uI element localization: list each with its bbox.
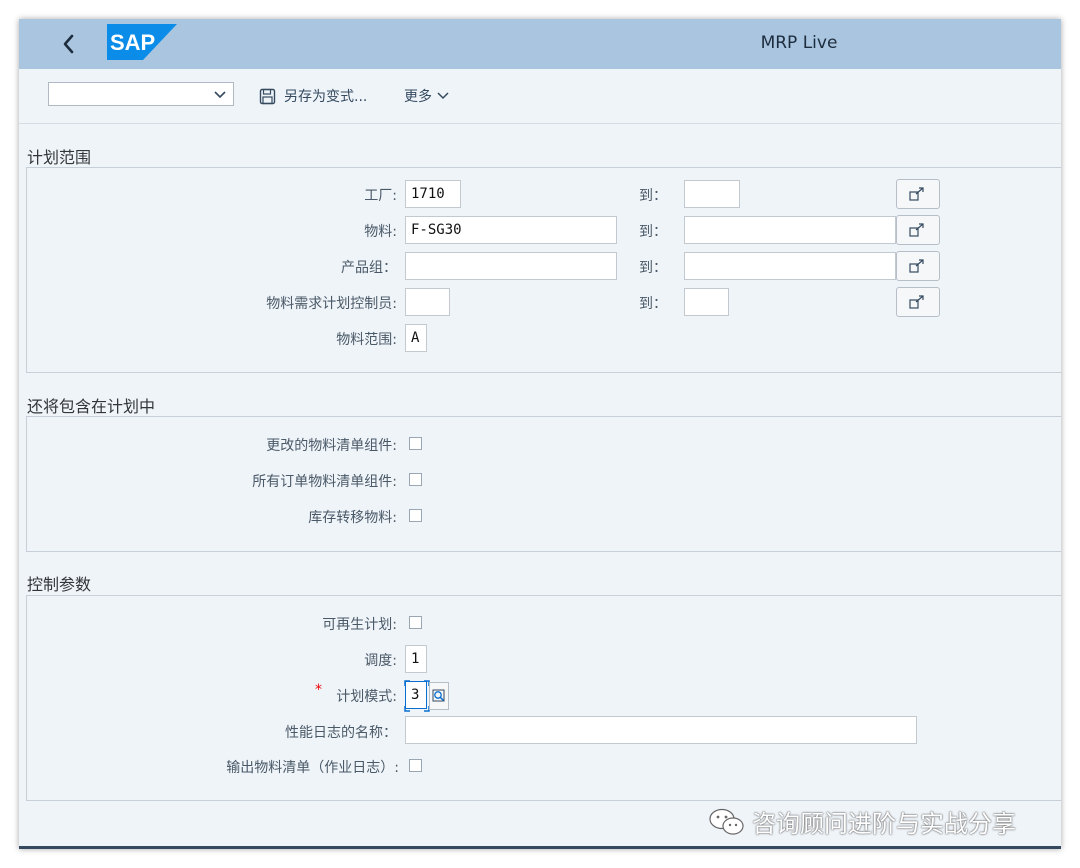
plant-label: 工厂:: [364, 188, 397, 204]
watermark-text: 咨询顾问进阶与实战分享: [752, 810, 1016, 838]
shell-bar: SAP MRP Live: [19, 19, 1061, 69]
regenerative-planning-checkbox[interactable]: [409, 616, 422, 629]
chevron-left-icon[interactable]: [57, 29, 81, 59]
multiple-selection-icon: [909, 295, 924, 309]
product-group-multi-select-button[interactable]: [896, 251, 940, 281]
section-title-also-include: 还将包含在计划中: [27, 397, 156, 416]
material-to-label: 到：: [639, 224, 667, 240]
output-bom-label: 输出物料清单（作业日志）:: [226, 760, 399, 776]
multiple-selection-icon: [909, 259, 924, 273]
mrp-controller-multi-select-button[interactable]: [896, 287, 940, 317]
output-bom-checkbox[interactable]: [409, 759, 422, 772]
plant-input[interactable]: 1710: [405, 180, 461, 208]
plant-to-input[interactable]: [684, 180, 740, 208]
product-group-input[interactable]: [405, 252, 617, 280]
product-group-to-input[interactable]: [684, 252, 896, 280]
all-order-bom-components-label: 所有订单物料清单组件:: [252, 474, 397, 490]
focus-indicator: [404, 680, 430, 712]
material-input[interactable]: F-SG30: [405, 216, 617, 244]
changed-bom-components-checkbox[interactable]: [409, 437, 422, 450]
watermark: 咨询顾问进阶与实战分享: [708, 804, 1016, 839]
material-scope-input[interactable]: A: [405, 324, 427, 352]
product-group-label: 产品组：: [341, 260, 397, 276]
value-help-icon: [432, 689, 445, 702]
value-help-button[interactable]: [429, 682, 449, 710]
mrp-controller-input[interactable]: [405, 288, 450, 316]
variant-select[interactable]: [48, 82, 234, 106]
mrp-controller-label: 物料需求计划控制员:: [266, 296, 397, 312]
material-multi-select-button[interactable]: [896, 215, 940, 245]
plant-to-label: 到：: [639, 188, 667, 204]
stock-transfer-materials-label: 库存转移物料:: [308, 510, 397, 526]
app-title: MRP Live: [760, 33, 838, 53]
more-label: 更多: [404, 89, 432, 105]
chevron-down-icon: [214, 91, 226, 99]
sap-logo: SAP: [107, 24, 177, 60]
performance-log-name-input[interactable]: [405, 716, 917, 744]
product-group-to-label: 到：: [639, 260, 667, 276]
stock-transfer-materials-checkbox[interactable]: [409, 509, 422, 522]
multiple-selection-icon: [909, 187, 924, 201]
performance-log-name-label: 性能日志的名称：: [285, 725, 397, 741]
save-as-variant-label: 另存为变式...: [284, 89, 368, 105]
floppy-disk-icon: [259, 88, 276, 104]
material-scope-label: 物料范围:: [336, 332, 397, 348]
chevron-down-icon: [437, 92, 449, 100]
planning-mode-label: 计划模式:: [336, 689, 397, 705]
wechat-icon: [709, 808, 744, 835]
more-menu-button[interactable]: 更多: [404, 86, 450, 106]
svg-text:SAP: SAP: [110, 30, 155, 55]
section-title-planning-scope: 计划范围: [27, 148, 92, 167]
mrp-controller-to-input[interactable]: [684, 288, 729, 316]
multiple-selection-icon: [909, 223, 924, 237]
material-to-input[interactable]: [684, 216, 896, 244]
regenerative-planning-label: 可再生计划:: [322, 617, 397, 633]
section-title-control-params: 控制参数: [27, 575, 92, 594]
scheduling-label: 调度:: [364, 653, 397, 669]
plant-multi-select-button[interactable]: [896, 179, 940, 209]
app-window: SAP MRP Live 另存为变式... 更多 计划范围 工厂: 1710 到…: [19, 19, 1061, 849]
save-as-variant-button[interactable]: 另存为变式...: [259, 86, 367, 106]
all-order-bom-components-checkbox[interactable]: [409, 473, 422, 486]
mrp-controller-to-label: 到：: [639, 296, 667, 312]
changed-bom-components-label: 更改的物料清单组件:: [266, 438, 397, 454]
bottom-border: [19, 846, 1061, 849]
scheduling-input[interactable]: 1: [405, 645, 427, 673]
material-label: 物料:: [364, 224, 397, 240]
